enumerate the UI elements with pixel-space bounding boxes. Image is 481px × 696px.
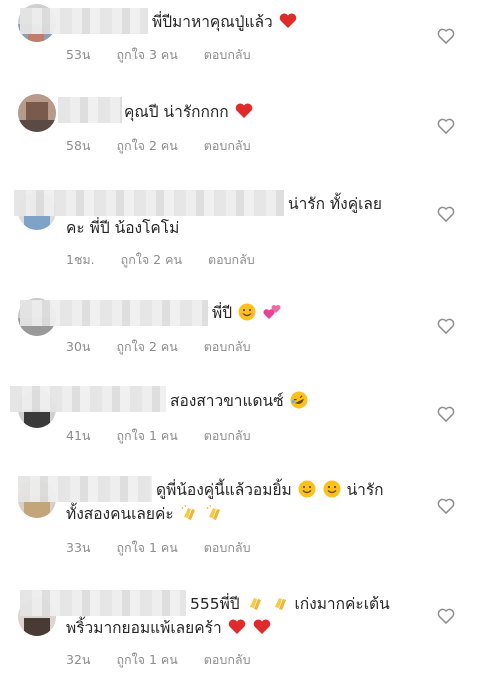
heart-outline-icon[interactable] bbox=[436, 26, 456, 46]
comment-meta: 33น ถูกใจ 1 คน ตอบกลับ bbox=[66, 538, 273, 558]
comment-meta: 1ชม. ถูกใจ 2 คน ตอบกลับ bbox=[66, 250, 277, 270]
comment-text: สองสาวขาแดนซ์ bbox=[170, 389, 309, 413]
comment-meta: 53น ถูกใจ 3 คน ตอบกลับ bbox=[66, 45, 273, 65]
comment-meta: 58น ถูกใจ 2 คน ตอบกลับ bbox=[66, 136, 273, 156]
smiling-face-icon bbox=[238, 303, 256, 321]
blurred-username bbox=[14, 190, 284, 216]
blurred-username bbox=[20, 8, 148, 34]
red-heart-icon bbox=[235, 103, 252, 118]
likes-count[interactable]: ถูกใจ 2 คน bbox=[116, 136, 177, 156]
red-heart-icon bbox=[253, 619, 270, 634]
reply-button[interactable]: ตอบกลับ bbox=[204, 426, 251, 446]
likes-count[interactable]: ถูกใจ 3 คน bbox=[116, 45, 177, 65]
heart-outline-icon[interactable] bbox=[436, 606, 456, 626]
reply-button[interactable]: ตอบกลับ bbox=[204, 45, 251, 65]
heart-outline-icon[interactable] bbox=[436, 496, 456, 516]
reply-button[interactable]: ตอบกลับ bbox=[204, 136, 251, 156]
comment-meta: 41น ถูกใจ 1 คน ตอบกลับ bbox=[66, 426, 273, 446]
heart-outline-icon[interactable] bbox=[436, 116, 456, 136]
timestamp: 41น bbox=[66, 428, 91, 443]
comment-text-line2: พริ้วมากยอมแพ้เลยคร้า bbox=[66, 616, 272, 640]
timestamp: 32น bbox=[66, 652, 91, 667]
smiling-face-icon bbox=[323, 480, 341, 498]
clapping-hands-icon bbox=[181, 504, 195, 520]
two-hearts-icon bbox=[263, 305, 281, 319]
clapping-hands-icon bbox=[249, 598, 261, 610]
timestamp: 1ชม. bbox=[66, 252, 95, 267]
reply-button[interactable]: ตอบกลับ bbox=[204, 650, 251, 670]
comment-text: น่ารัก ทั้งคู่เลย bbox=[288, 195, 382, 213]
reply-button[interactable]: ตอบกลับ bbox=[204, 337, 251, 357]
heart-outline-icon[interactable] bbox=[436, 316, 456, 336]
timestamp: 30น bbox=[66, 339, 91, 354]
likes-count[interactable]: ถูกใจ 1 คน bbox=[116, 538, 177, 558]
clapping-hands-icon bbox=[206, 504, 220, 520]
heart-outline-icon[interactable] bbox=[436, 404, 456, 424]
comment-text: 555พี่ปี เก่งมากค่ะเต้น bbox=[190, 595, 390, 613]
comment-text: ดูพี่น้องคู่นี้แล้วอมยิ้ม น่ารัก bbox=[156, 480, 384, 499]
blurred-username bbox=[10, 386, 166, 412]
blurred-username bbox=[58, 97, 122, 123]
reply-button[interactable]: ตอบกลับ bbox=[208, 250, 255, 270]
timestamp: 33น bbox=[66, 540, 91, 555]
avatar[interactable] bbox=[18, 94, 56, 132]
heart-outline-icon[interactable] bbox=[436, 204, 456, 224]
likes-count[interactable]: ถูกใจ 2 คน bbox=[116, 337, 177, 357]
comment-text-line2: คะ พี่ปี น้องโคโม่ bbox=[66, 219, 180, 237]
comment-text: พี่ปีมาหาคุณปู่แล้ว bbox=[152, 10, 298, 34]
rolling-laughing-icon bbox=[290, 391, 308, 409]
likes-count[interactable]: ถูกใจ 1 คน bbox=[116, 650, 177, 670]
blurred-username bbox=[18, 476, 152, 502]
blurred-username bbox=[20, 590, 186, 616]
likes-count[interactable]: ถูกใจ 2 คน bbox=[121, 250, 182, 270]
comment-text: คุณปี น่ารักกกก bbox=[124, 100, 254, 124]
smiling-face-icon bbox=[298, 480, 316, 498]
reply-button[interactable]: ตอบกลับ bbox=[204, 538, 251, 558]
likes-count[interactable]: ถูกใจ 1 คน bbox=[116, 426, 177, 446]
clapping-hands-icon bbox=[274, 598, 286, 610]
timestamp: 53น bbox=[66, 47, 91, 62]
blurred-username bbox=[20, 300, 208, 326]
comment-text-line2: ทั้งสองคนเลยค่ะ bbox=[66, 502, 224, 526]
red-heart-icon bbox=[228, 619, 245, 634]
comment-meta: 32น ถูกใจ 1 คน ตอบกลับ bbox=[66, 650, 273, 670]
red-heart-icon bbox=[279, 13, 296, 28]
comment-meta: 30น ถูกใจ 2 คน ตอบกลับ bbox=[66, 337, 273, 357]
timestamp: 58น bbox=[66, 138, 91, 153]
comment-text: พี่ปี bbox=[212, 301, 282, 325]
